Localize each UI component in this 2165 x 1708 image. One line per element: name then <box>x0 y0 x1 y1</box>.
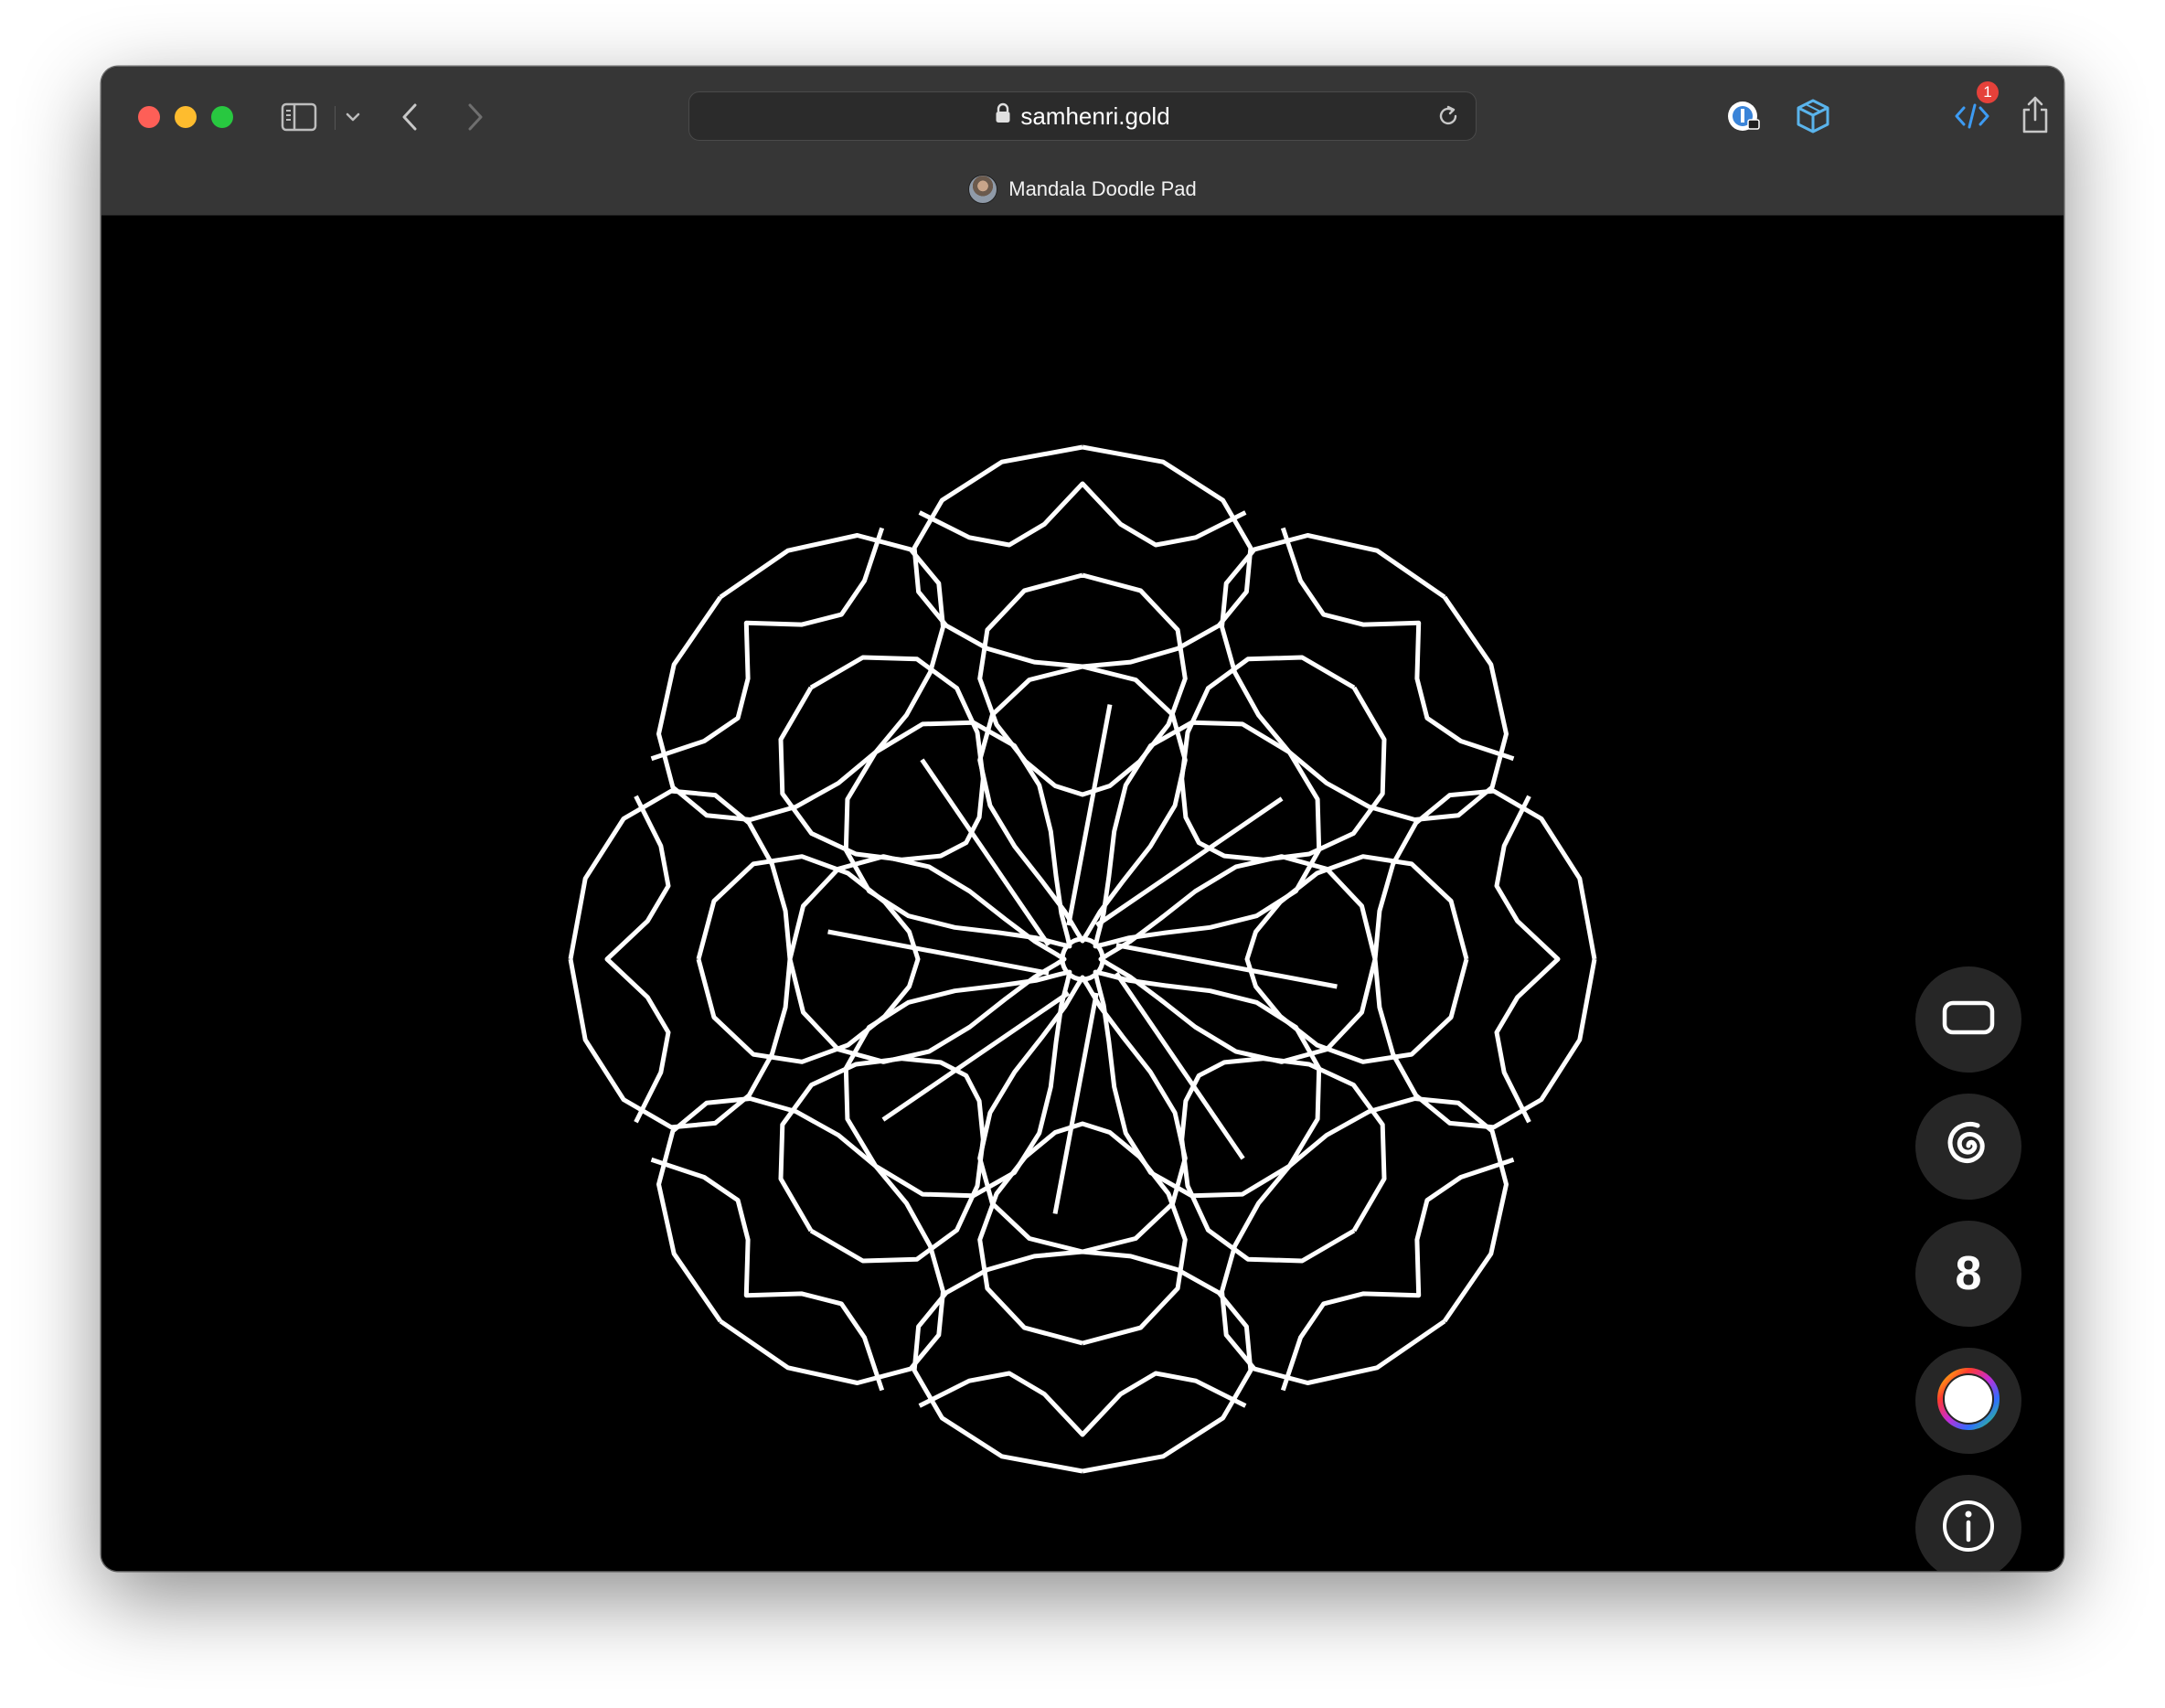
mandala-stroke <box>1093 720 1322 949</box>
password-extension-icon[interactable] <box>1724 94 1765 138</box>
mandala-stroke <box>977 664 1188 944</box>
site-favicon <box>968 175 998 204</box>
symmetry-count-button[interactable]: 8 <box>1915 1221 2021 1327</box>
color-picker-button[interactable] <box>1915 1348 2021 1454</box>
browser-window: samhenri.gold 1 Mandala Doodle Pad 8 <box>101 67 2064 1571</box>
mandala-stroke <box>977 975 1188 1254</box>
mandala-stroke <box>912 444 1253 669</box>
mandala-stroke <box>1372 788 1597 1130</box>
mandala-stroke <box>1179 1056 1387 1264</box>
minimize-window-button[interactable] <box>175 106 197 128</box>
close-window-button[interactable] <box>138 106 160 128</box>
share-icon[interactable] <box>2015 92 2055 138</box>
mandala-stroke <box>1220 533 1509 822</box>
reload-icon[interactable] <box>1435 103 1461 133</box>
mandala-stroke <box>1494 795 1561 1124</box>
mandala-stroke <box>977 572 1188 797</box>
spiral-icon <box>1936 1113 2000 1181</box>
mandala-stroke <box>843 720 1072 949</box>
toolbar-divider <box>335 106 336 130</box>
info-button[interactable] <box>1915 1475 2021 1571</box>
mandala-stroke <box>1179 655 1387 862</box>
mandala-stroke <box>604 795 671 1124</box>
mandala-stroke <box>778 1056 986 1264</box>
address-bar[interactable]: samhenri.gold <box>688 91 1477 141</box>
mandala-center <box>1060 936 1105 982</box>
mandala-stroke <box>568 788 793 1130</box>
color-wheel-icon <box>1936 1366 2001 1436</box>
spiral-mode-button[interactable] <box>1915 1094 2021 1200</box>
mandala-stroke <box>696 854 921 1064</box>
tab-title[interactable]: Mandala Doodle Pad <box>1008 177 1196 201</box>
mandala-stroke <box>656 533 945 822</box>
lock-icon <box>995 102 1011 131</box>
chevron-down-icon[interactable] <box>339 103 367 131</box>
mandala-stroke <box>1093 969 1322 1199</box>
mandala-spoke <box>1066 704 1113 926</box>
info-icon <box>1940 1498 1997 1559</box>
sidebar-icon[interactable] <box>280 99 318 135</box>
cube-extension-icon[interactable] <box>1793 94 1833 138</box>
forward-icon[interactable] <box>456 99 493 135</box>
mandala-drawing <box>568 444 1597 1474</box>
mandala-stroke <box>656 1096 945 1385</box>
clear-canvas-button[interactable] <box>1915 966 2021 1073</box>
tab-strip: Mandala Doodle Pad <box>101 169 2064 209</box>
mandala-stroke <box>843 969 1072 1199</box>
mandala-stroke <box>912 1249 1253 1474</box>
mandala-spoke <box>1115 943 1338 989</box>
mandala-stroke <box>977 1121 1188 1346</box>
mandala-stroke <box>787 854 1067 1064</box>
symmetry-count-label: 8 <box>1955 1247 1982 1300</box>
rounded-rect-icon <box>1941 998 1996 1042</box>
mandala-spoke <box>827 929 1050 976</box>
url-text: samhenri.gold <box>1020 101 1170 130</box>
mandala-stroke <box>1098 854 1378 1064</box>
mandala-spoke <box>1052 992 1099 1214</box>
mandala-stroke <box>1220 1096 1509 1385</box>
drawing-canvas[interactable]: 8 <box>101 216 2064 1571</box>
mandala-stroke <box>918 481 1247 548</box>
mandala-stroke <box>778 655 986 862</box>
maximize-window-button[interactable] <box>211 106 233 128</box>
extension-badge: 1 <box>1977 81 1999 103</box>
mandala-stroke <box>1244 854 1469 1064</box>
mandala-stroke <box>918 1371 1247 1437</box>
back-icon[interactable] <box>392 99 429 135</box>
